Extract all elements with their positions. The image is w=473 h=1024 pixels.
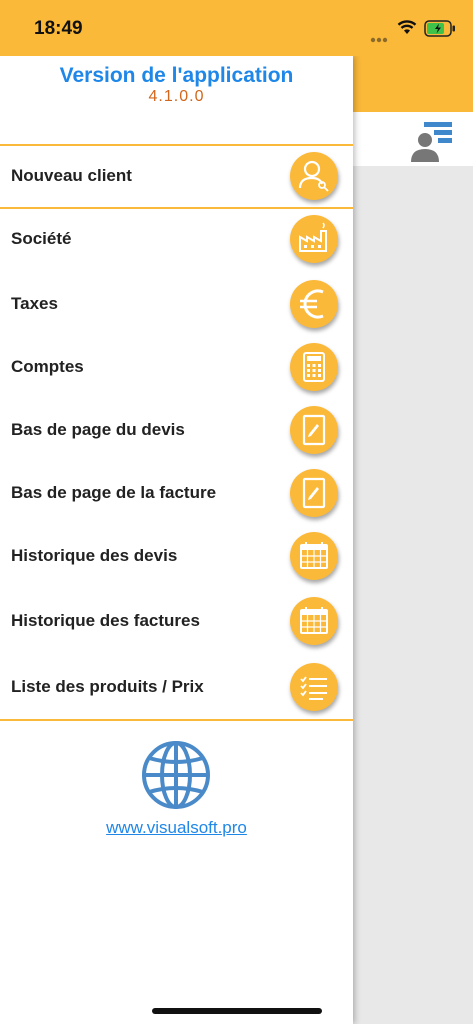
calendar-icon[interactable] (290, 532, 338, 580)
calculator-icon[interactable] (290, 343, 338, 391)
menu-item-label: Nouveau client (11, 166, 132, 185)
menu-item-new-client[interactable]: Nouveau client (0, 144, 353, 208)
menu-item-societe[interactable]: Société (0, 209, 353, 269)
website-link[interactable]: www.visualsoft.pro (0, 818, 353, 838)
menu-item-label: Société (11, 229, 72, 248)
menu-item-quote-history[interactable]: Historique des devis (0, 526, 353, 586)
menu-item-quote-footer[interactable]: Bas de page du devis (0, 400, 353, 460)
checklist-icon[interactable] (290, 663, 338, 711)
euro-icon[interactable] (290, 280, 338, 328)
menu-item-label: Historique des factures (11, 611, 200, 630)
note-edit-icon[interactable] (290, 469, 338, 517)
battery-icon (424, 20, 456, 42)
note-edit-icon[interactable] (290, 406, 338, 454)
menu-item-label: Liste des produits / Prix (11, 677, 204, 696)
background-content (353, 166, 473, 1024)
calendar-icon[interactable] (290, 597, 338, 645)
home-indicator[interactable] (152, 1008, 322, 1014)
version-number: 4.1.0.0 (148, 88, 205, 105)
status-bar: 18:49 (0, 0, 473, 56)
menu-item-label: Bas de page de la facture (11, 483, 217, 502)
version-title: Version de l'application (59, 64, 294, 87)
menu-item-invoice-footer[interactable]: Bas de page de la facture (0, 463, 353, 523)
globe-icon[interactable] (141, 740, 211, 815)
divider (0, 719, 353, 721)
new-client-icon[interactable] (290, 152, 338, 200)
navigation-drawer: Version de l'application 4.1.0.0 Nouveau… (0, 56, 353, 1024)
app-screen: 18:49 Version de l'application 4.1.0.0 N… (0, 0, 473, 1024)
cellular-signal-icon (370, 30, 392, 48)
profile-menu-icon[interactable] (410, 120, 454, 167)
menu-item-label: Bas de page du devis (11, 420, 185, 439)
factory-icon[interactable] (290, 215, 338, 263)
menu-item-label: Historique des devis (11, 546, 178, 565)
menu-item-comptes[interactable]: Comptes (0, 337, 353, 397)
menu-item-taxes[interactable]: Taxes (0, 274, 353, 334)
menu-item-label: Comptes (11, 357, 84, 376)
status-time: 18:49 (34, 18, 83, 39)
menu-item-invoice-history[interactable]: Historique des factures (0, 591, 353, 651)
menu-item-label: Taxes (11, 294, 58, 313)
background-header (353, 56, 473, 113)
wifi-icon (397, 19, 417, 40)
menu-item-product-list[interactable]: Liste des produits / Prix (0, 657, 353, 717)
